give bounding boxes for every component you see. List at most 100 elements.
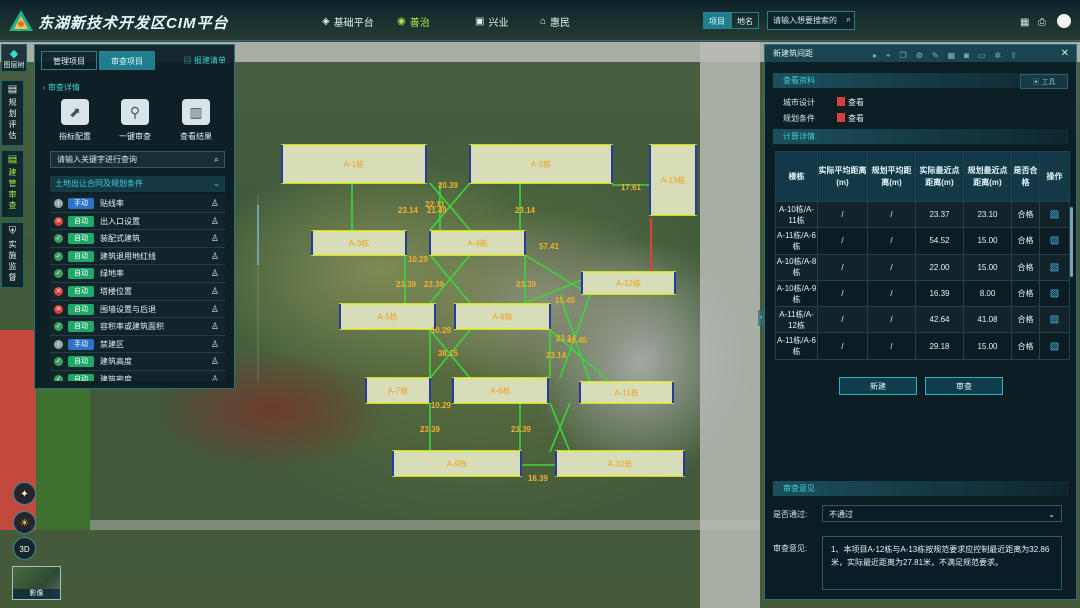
close-icon[interactable]: ✕ [1061,45,1069,62]
image-icon[interactable]: ▧ [1050,341,1059,352]
grid-icon[interactable]: ▦ [1020,17,1029,28]
building[interactable]: A-6栋 [454,303,551,330]
keyword-search-input[interactable] [51,152,206,167]
image-icon[interactable]: ▧ [1050,262,1059,273]
assignee-icon[interactable]: ♙ [211,265,219,283]
building[interactable]: A-8栋 [452,377,549,404]
global-search-input[interactable] [768,12,840,29]
search-scope-project[interactable]: 项目 [703,12,731,29]
3d-toggle-button[interactable]: 3D [13,537,36,560]
opinion-textarea[interactable]: 1、本项目A-12栋与A-13栋按规范要求应控制最近距离为32.86米，实际最近… [822,536,1062,590]
rule-row[interactable]: ✕ 自动 围墙设置与后退 ♙ [50,301,225,319]
pencil-icon[interactable]: ✎ [932,47,939,64]
nav-industry[interactable]: ▣ 兴业 [475,14,508,29]
building[interactable]: A-11栋 [579,381,674,404]
table-scrollbar[interactable] [1070,207,1073,277]
table-row[interactable]: A-10栋/A-11栋 //23.37 23.10 合格 ▧ [775,200,1070,229]
new-button[interactable]: 新建 [839,377,917,395]
review-button[interactable]: 审查 [925,377,1003,395]
rule-row[interactable]: ✕ 自动 出入口设置 ♙ [50,213,225,231]
keyword-search[interactable]: ⌕ [50,151,225,168]
image-icon[interactable]: ▧ [1050,235,1059,246]
compass-icon[interactable]: ✦ [13,482,36,505]
view-link-label: 查看 [848,114,864,123]
table-row[interactable]: A-10栋/A-9栋 //16.39 8.00 合格 ▧ [775,279,1070,308]
assignee-icon[interactable]: ♙ [211,318,219,336]
rule-row[interactable]: ✓ 自动 建筑高度 ♙ [50,353,225,371]
rule-row[interactable]: i 手动 禁建区 ♙ [50,336,225,354]
assignee-icon[interactable]: ♙ [211,195,219,213]
table-row[interactable]: A-11栋/A-6栋 //29.18 15.00 合格 ▧ [775,332,1070,360]
tab-managed-projects[interactable]: 管理项目 [41,51,97,70]
sidebar-item-construction-review[interactable]: ▤ 建管审查 [1,150,24,218]
pass-select[interactable]: 不通过 ⌄ [822,505,1062,522]
building[interactable]: A-7栋 [365,377,431,404]
building[interactable]: A-3栋 [311,230,407,256]
printer-icon[interactable]: ⎙ [1038,17,1046,28]
rule-list-scrollbar[interactable] [257,195,259,381]
assignee-icon[interactable]: ♙ [211,336,219,354]
back-link[interactable]: ‹ 审查详情 [43,82,80,93]
assignee-icon[interactable]: ♙ [211,283,219,301]
rule-row[interactable]: ✕ 自动 塔楼位置 ♙ [50,283,225,301]
copy-icon[interactable]: ❐ [900,47,907,64]
submission-list-link[interactable]: ▤ 报建清单 [184,55,226,66]
rule-row[interactable]: ✓ 自动 建筑退用地红线 ♙ [50,248,225,266]
view-urban-design-link[interactable]: 查看 [837,97,864,108]
gear-icon[interactable]: ✲ [995,47,1002,64]
search-scope-place[interactable]: 地名 [731,12,759,29]
section-land-contract[interactable]: 土地出让合同及规划条件 ⌄ [50,176,225,192]
table-row[interactable]: A-11栋/A-6栋 //54.52 15.00 合格 ▧ [775,227,1070,255]
table-cell: / [867,279,916,308]
assignee-icon[interactable]: ♙ [211,248,219,266]
camera-icon[interactable]: ◙ [964,47,969,64]
sidebar-item-implementation-supervision[interactable]: ⛨ 实施监督 [1,222,24,288]
layer-tree-button[interactable]: ◆ 图层树 [1,44,27,72]
assignee-icon[interactable]: ♙ [211,230,219,248]
rule-row[interactable]: ✓ 自动 绿地率 ♙ [50,265,225,283]
building[interactable]: A-10栋 [555,450,685,477]
building[interactable]: A-1栋 [281,144,427,184]
pin-icon[interactable]: ▸ [873,47,877,64]
building[interactable]: A-2栋 [469,144,613,184]
view-results-button[interactable]: ▥ 查看结果 [169,99,223,142]
pdf-icon [837,97,845,106]
nav-governance[interactable]: ◉ 善治 [397,14,430,29]
global-search[interactable]: ⌕ [767,11,855,30]
table-row[interactable]: A-11栋/A-12栋 //42.64 41.08 合格 ▧ [775,306,1070,334]
settings-icon[interactable]: ⚙ [916,47,923,64]
rule-row[interactable]: ✓ 自动 装配式建筑 ♙ [50,230,225,248]
image-icon[interactable]: ▧ [1050,314,1059,325]
building[interactable]: A-13栋 [649,144,697,216]
assignee-icon[interactable]: ♙ [211,371,219,381]
sun-icon[interactable]: ☀ [13,511,36,534]
nav-basic-platform[interactable]: ◈ 基础平台 [322,14,374,29]
image-icon[interactable]: ▧ [1050,209,1059,220]
rule-row[interactable]: i 手动 贴线率 ♙ [50,195,225,213]
nav-livelihood[interactable]: ⌂ 惠民 [540,14,570,29]
assignee-icon[interactable]: ♙ [211,353,219,371]
export-icon[interactable]: ⇪ [1010,47,1017,64]
assignee-icon[interactable]: ♙ [211,213,219,231]
rule-row[interactable]: ✓ 自动 建筑密度 ♙ [50,371,225,381]
building[interactable]: A-9栋 [392,450,522,477]
assignee-icon[interactable]: ♙ [211,301,219,319]
user-avatar[interactable] [1057,14,1071,28]
view-planning-conditions-link[interactable]: 查看 [837,113,864,124]
sidebar-item-planning-eval[interactable]: ▤ 规划评估 [1,80,24,146]
crosshair-icon[interactable]: ⌖ [886,47,891,64]
tab-review-projects[interactable]: 审查项目 [99,51,155,70]
rule-row[interactable]: ✓ 自动 容积率或建筑面积 ♙ [50,318,225,336]
image-icon[interactable]: ▧ [1050,288,1059,299]
basemap-switcher[interactable]: 影像 [12,566,61,600]
building[interactable]: A-5栋 [339,303,436,330]
ruler-icon[interactable]: ▭ [978,47,986,64]
indicator-config-button[interactable]: ⬈ 指标配置 [48,99,102,142]
search-icon[interactable]: ⌕ [214,154,219,165]
building[interactable]: A-12栋 [581,271,676,295]
map-icon[interactable]: ▦ [948,47,956,64]
building[interactable]: A-4栋 [429,230,526,256]
search-icon[interactable]: ⌕ [846,14,851,25]
table-row[interactable]: A-10栋/A-8栋 //22.00 15.00 合格 ▧ [775,253,1070,281]
one-click-review-button[interactable]: ⚲ 一键审查 [108,99,162,142]
